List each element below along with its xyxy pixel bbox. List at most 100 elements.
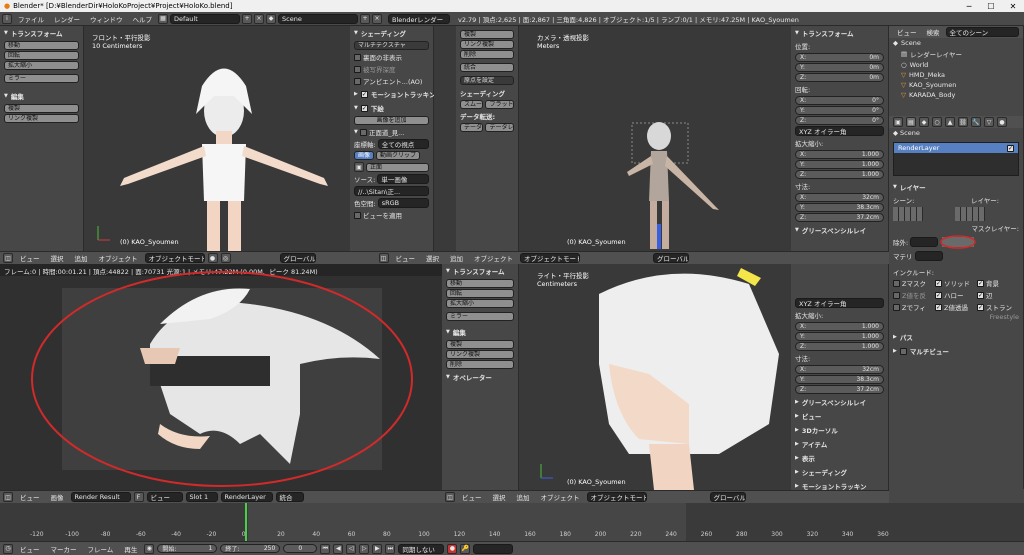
outliner-item[interactable]: ◆ Scene — [889, 38, 1023, 48]
menu-add-3[interactable]: 追加 — [513, 492, 534, 502]
mode-selector-3[interactable]: オブジェクトモード — [586, 492, 647, 502]
bg-image-item[interactable]: ▼ 正面道_見... — [350, 126, 433, 138]
layer-panel-header[interactable]: ▼ レイヤー — [889, 180, 1023, 194]
editor-type-icon-2[interactable]: ◫ — [378, 253, 389, 263]
menu-timeline-view[interactable]: ビュー — [16, 544, 44, 554]
menu-view[interactable]: ビュー — [16, 253, 44, 263]
include-zinvert[interactable]: Z値を反 — [893, 290, 935, 300]
n-section-display[interactable]: ▶ 表示 — [791, 451, 888, 465]
loc-y-field[interactable]: Y: 0m — [795, 63, 884, 72]
remove-layout-button[interactable]: × — [254, 13, 264, 24]
material-tab-icon[interactable]: ● — [997, 117, 1007, 127]
scale-z-field[interactable]: Z: 1.000 — [795, 170, 884, 179]
jump-end-icon[interactable]: ⏭ — [385, 543, 396, 554]
menu-add-2[interactable]: 追加 — [446, 253, 467, 263]
world-tab-icon[interactable]: ○ — [932, 117, 942, 127]
shading-header[interactable]: ▼ シェーディング — [350, 26, 433, 40]
tab-image[interactable]: 画像 — [354, 151, 375, 160]
view-apply-row[interactable]: ビューを適用 — [350, 209, 433, 221]
render-layer-grid[interactable] — [955, 207, 985, 221]
info-editor-icon[interactable]: i — [2, 13, 12, 24]
layout-icon[interactable]: ▦ — [158, 13, 168, 24]
flat-button[interactable]: フラット — [485, 100, 514, 109]
rot-y-field[interactable]: Y: 0° — [795, 106, 884, 115]
dim-y-field-2[interactable]: Y: 38.3cm — [795, 375, 884, 384]
duplicate-button-3[interactable]: 複製 — [446, 340, 514, 349]
image-id-field[interactable]: 正面 — [366, 162, 429, 172]
image-browse-icon[interactable]: ▣ — [354, 162, 364, 172]
viewport-right[interactable]: ライト・平行投影 Centimeters (0) KAO_Syoumen — [519, 264, 791, 490]
include-halo[interactable]: ✓ ハロー — [935, 290, 977, 300]
fake-user-button[interactable]: F — [133, 492, 144, 502]
jump-start-icon[interactable]: ⏮ — [320, 543, 331, 554]
menu-view-3[interactable]: ビュー — [458, 492, 486, 502]
editor-type-icon-4[interactable]: ◫ — [445, 492, 455, 502]
render-layers-tab-icon[interactable]: ▤ — [906, 117, 916, 127]
menu-render[interactable]: レンダー — [50, 14, 84, 24]
outliner-search-menu[interactable]: 検索 — [923, 27, 944, 37]
link-duplicate-button[interactable]: リンク複製 — [4, 114, 79, 123]
pivot-icon[interactable]: ◎ — [220, 253, 231, 263]
mirror-button-2[interactable]: ミラー — [446, 312, 514, 321]
orientation-selector-3[interactable]: グローバル — [709, 492, 746, 502]
keying-set-field[interactable] — [473, 543, 514, 554]
link-duplicate-button-3[interactable]: リンク複製 — [446, 350, 514, 359]
dof-checkbox[interactable] — [354, 65, 361, 73]
menu-playback[interactable]: 再生 — [120, 544, 141, 554]
transform-header-2[interactable]: ▼ トランスフォーム — [442, 264, 518, 278]
menu-image[interactable]: 画像 — [47, 492, 68, 502]
editor-type-icon[interactable]: ◫ — [3, 253, 13, 263]
sync-selector[interactable]: 同期しない — [398, 543, 445, 554]
edit-header[interactable]: ▼ 編集 — [0, 89, 83, 103]
dim-y-field[interactable]: Y: 38.3cm — [795, 203, 884, 212]
timeline[interactable]: -120 -100 -80 -60 -40 -20 0 20 40 60 80 100 120 140 16… — [0, 503, 1024, 541]
outliner-item[interactable]: ○ World — [889, 60, 1023, 70]
render-layer-item[interactable]: RenderLayer ✓ — [894, 143, 1018, 153]
link-duplicate-button-2[interactable]: リンク複製 — [460, 40, 514, 49]
scale-x-field-2[interactable]: X: 1.000 — [795, 322, 884, 331]
scale-z-field-2[interactable]: Z: 1.000 — [795, 342, 884, 351]
menu-frame[interactable]: フレーム — [84, 544, 118, 554]
add-scene-button[interactable]: + — [360, 13, 370, 24]
mode-selector-2[interactable]: オブジェクトモード — [520, 253, 580, 263]
move-button-2[interactable]: 移動 — [446, 279, 514, 288]
multiview-header[interactable]: ▶ マルチビュー — [889, 344, 1023, 358]
editor-type-icon-3[interactable]: ◫ — [3, 492, 13, 502]
scale-button[interactable]: 拡大縮小 — [4, 61, 79, 70]
minimize-button[interactable]: ─ — [958, 2, 980, 11]
prev-key-icon[interactable]: ◀ — [333, 543, 344, 554]
include-edge[interactable]: ✓ 辺 — [977, 290, 1019, 300]
scale-y-field[interactable]: Y: 1.000 — [795, 160, 884, 169]
data-button[interactable]: データ — [460, 123, 484, 132]
duplicate-button-2[interactable]: 複製 — [460, 30, 514, 39]
tab-movie[interactable]: 動画クリップ — [376, 151, 421, 160]
include-sky[interactable]: ✓ 背景 — [977, 278, 1019, 288]
duplicate-button[interactable]: 複製 — [4, 104, 79, 113]
add-image-button[interactable]: 画像を追加 — [354, 116, 429, 125]
n-section-cursor[interactable]: ▶ 3Dカーソル — [791, 423, 888, 437]
n-section-shading[interactable]: ▶ シェーディング — [791, 465, 888, 479]
join-button[interactable]: 統合 — [460, 63, 514, 72]
smooth-button[interactable]: スムー — [460, 100, 484, 109]
play-icon[interactable]: ▷ — [359, 543, 370, 554]
rotate-button[interactable]: 回転 — [4, 51, 79, 60]
scene-tab-icon[interactable]: ◆ — [919, 117, 929, 127]
axis-selector[interactable]: 全ての視点 — [377, 139, 429, 149]
render-layer-list[interactable]: RenderLayer ✓ — [893, 142, 1019, 176]
add-layout-button[interactable]: + — [242, 13, 252, 24]
view-selector[interactable]: ビュー — [146, 492, 183, 502]
outliner-display-mode[interactable]: 全てのシーン — [945, 27, 1019, 37]
n-transform-header[interactable]: ▼ トランスフォーム — [791, 26, 888, 40]
record-icon[interactable]: ● — [447, 543, 458, 554]
include-zfill[interactable]: Zでフィ — [893, 302, 935, 312]
outliner-view-menu[interactable]: ビュー — [893, 27, 921, 37]
image-editor-render[interactable]: フレーム:0 | 時間:00:01.21 | 頂点:44822 | 面:7073… — [0, 264, 442, 490]
next-key-icon[interactable]: ▶ — [372, 543, 383, 554]
transform-header[interactable]: ▼ トランスフォーム — [0, 26, 83, 40]
viewport-front[interactable]: フロント・平行投影 10 Centimeters (0) KAO_Syoumen — [84, 26, 350, 251]
mode-selector[interactable]: オブジェクトモード — [144, 253, 205, 263]
background-images-header[interactable]: ▼ ✓ 下絵 — [350, 101, 433, 115]
loc-z-field[interactable]: Z: 0m — [795, 73, 884, 82]
scale-y-field-2[interactable]: Y: 1.000 — [795, 332, 884, 341]
start-frame-field[interactable]: 開始: 1 — [157, 544, 218, 553]
